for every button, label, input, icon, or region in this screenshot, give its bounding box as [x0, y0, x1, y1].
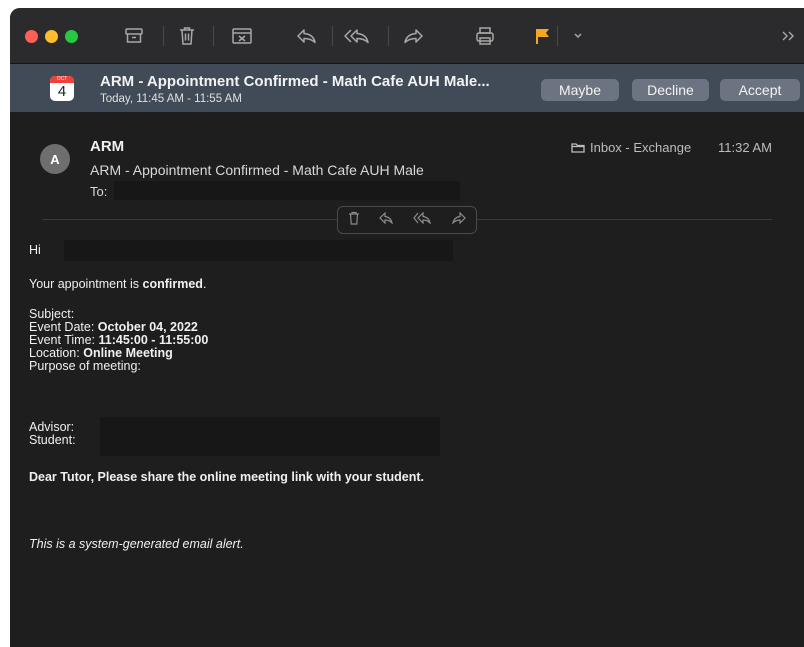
folder-icon	[571, 143, 585, 153]
redacted-advisor-student	[100, 417, 440, 456]
calendar-month: OCT	[50, 76, 74, 83]
reply-icon[interactable]	[293, 23, 321, 49]
accept-button[interactable]: Accept	[720, 79, 800, 101]
redacted-name	[64, 240, 453, 261]
calendar-icon: OCT 4	[50, 76, 74, 101]
trash-icon[interactable]	[173, 23, 201, 49]
mailbox-folder[interactable]: Inbox - Exchange	[571, 140, 691, 155]
flag-icon[interactable]	[529, 23, 557, 49]
to-label: To:	[90, 184, 108, 199]
mailbox-folder-label: Inbox - Exchange	[590, 140, 692, 155]
redacted-recipient	[114, 181, 460, 200]
mail-window: OCT 4 ARM - Appointment Confirmed - Math…	[10, 8, 804, 647]
print-icon[interactable]	[471, 23, 499, 49]
invitation-time: Today, 11:45 AM - 11:55 AM	[100, 93, 242, 105]
junk-icon[interactable]	[228, 23, 256, 49]
more-icon[interactable]	[774, 23, 802, 49]
hover-forward-icon[interactable]	[451, 211, 467, 229]
tutor-note: Dear Tutor, Please share the online meet…	[29, 470, 424, 484]
student-label: Student:	[29, 433, 76, 447]
minimize-window-button[interactable]	[45, 30, 58, 43]
purpose-label: Purpose of meeting:	[29, 359, 141, 373]
received-time: 11:32 AM	[718, 140, 772, 155]
confirmation-line: Your appointment is confirmed.	[29, 277, 207, 291]
message-hover-toolbar	[337, 206, 477, 234]
calendar-day: 4	[57, 83, 67, 100]
hover-reply-all-icon[interactable]	[413, 211, 432, 229]
message-subject: ARM - Appointment Confirmed - Math Cafe …	[90, 162, 424, 178]
zoom-window-button[interactable]	[65, 30, 78, 43]
decline-button[interactable]: Decline	[632, 79, 709, 101]
forward-icon[interactable]	[399, 23, 427, 49]
flag-menu-icon[interactable]	[564, 23, 592, 49]
footer-note: This is a system-generated email alert.	[29, 537, 244, 551]
hover-reply-icon[interactable]	[379, 211, 394, 229]
reply-all-icon[interactable]	[343, 23, 371, 49]
invitation-title: ARM - Appointment Confirmed - Math Cafe …	[100, 73, 490, 90]
toolbar	[10, 8, 804, 64]
hover-trash-icon[interactable]	[348, 211, 360, 230]
sender-name[interactable]: ARM	[90, 138, 124, 155]
avatar: A	[40, 144, 70, 174]
close-window-button[interactable]	[25, 30, 38, 43]
archive-icon[interactable]	[120, 23, 148, 49]
greeting: Hi	[29, 243, 41, 257]
invitation-bar: OCT 4 ARM - Appointment Confirmed - Math…	[10, 64, 804, 112]
maybe-button[interactable]: Maybe	[541, 79, 619, 101]
